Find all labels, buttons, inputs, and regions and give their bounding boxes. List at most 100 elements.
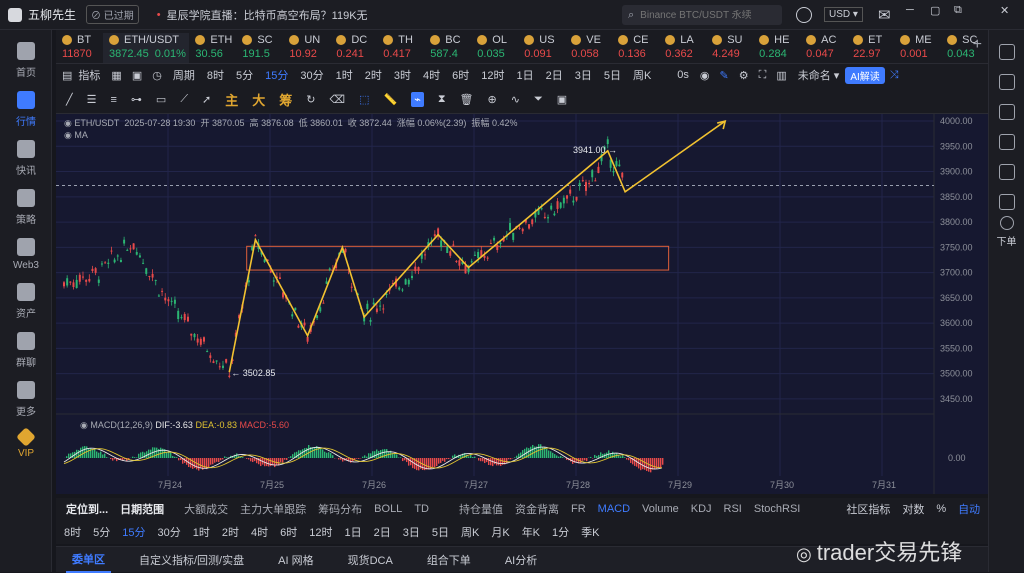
close-icon[interactable]: ✕ <box>1000 4 1009 17</box>
search-box[interactable]: ⌕ <box>622 5 782 25</box>
bottom-tab[interactable]: 现货DCA <box>342 548 399 572</box>
indicator-tab[interactable]: Volume <box>636 503 685 515</box>
ai-button[interactable]: AI解读 <box>845 67 884 84</box>
chip-label[interactable]: 筹 <box>279 90 292 109</box>
sidebar-item-0[interactable]: 首页 <box>0 42 52 79</box>
interval-button[interactable]: 30分 <box>152 524 187 540</box>
interval-button[interactable]: 5分 <box>230 67 259 83</box>
ruler-icon[interactable]: 📏 <box>383 93 397 106</box>
interval-button[interactable]: 3日 <box>397 524 426 540</box>
panel-icon[interactable] <box>999 44 1015 60</box>
indicator-tab[interactable]: 资金背离 <box>509 501 565 517</box>
date-range-button[interactable]: 日期范围 <box>114 501 170 517</box>
chart-svg[interactable]: 4000.003950.003900.003850.003800.003750.… <box>56 114 988 494</box>
interval-button[interactable]: 2日 <box>368 524 397 540</box>
channel-icon[interactable]: ≡ <box>111 94 117 106</box>
interval-button[interactable]: 1分 <box>546 524 575 540</box>
ticker-item[interactable]: AC0.047 <box>800 33 847 61</box>
interval-button[interactable]: 5分 <box>87 524 116 540</box>
user-avatar-icon[interactable] <box>796 7 812 23</box>
rect-icon[interactable]: ▭ <box>156 93 166 106</box>
indicator-tab[interactable]: BOLL <box>368 503 408 515</box>
interval-button[interactable]: 5日 <box>598 67 627 83</box>
main-label[interactable]: 主 <box>225 90 238 109</box>
period-button[interactable]: 周期 <box>167 67 201 83</box>
ma-label[interactable]: ◉ MA <box>64 130 88 141</box>
auto-toggle[interactable]: 自动 <box>952 501 986 517</box>
support-zone[interactable] <box>247 246 669 270</box>
price-chart[interactable]: 4000.003950.003900.003850.003800.003750.… <box>56 114 988 494</box>
select-icon[interactable]: ⬚ <box>359 93 369 106</box>
bottom-tab[interactable]: 组合下单 <box>421 548 477 572</box>
ticker-item[interactable]: ME0.001 <box>894 33 941 61</box>
trash-icon[interactable]: 🗑 <box>460 93 474 106</box>
interval-button[interactable]: 周K <box>455 524 485 540</box>
indicator-icon[interactable]: ▤ <box>62 69 72 82</box>
interval-button[interactable]: 8时 <box>58 524 87 540</box>
sidebar-item-7[interactable]: 更多 <box>0 381 52 418</box>
interval-button[interactable]: 12时 <box>303 524 338 540</box>
sidebar-item-4[interactable]: Web3 <box>0 238 52 271</box>
ticker-item[interactable]: BC587.4 <box>424 33 471 61</box>
ticker-item[interactable]: ETH/USDT3872.450.01% <box>103 33 189 63</box>
sidebar-item-5[interactable]: 资产 <box>0 283 52 320</box>
ticker-item[interactable]: VE0.058 <box>565 33 612 61</box>
ticker-item[interactable]: UN10.92 <box>283 33 330 61</box>
list-icon[interactable] <box>999 134 1015 150</box>
interval-button[interactable]: 3日 <box>569 67 598 83</box>
interval-button[interactable]: 1时 <box>187 524 216 540</box>
indicator-tab[interactable]: 大额成交 <box>178 501 234 517</box>
sidebar-item-2[interactable]: 快讯 <box>0 140 52 177</box>
interval-button[interactable]: 15分 <box>259 67 294 83</box>
order-button[interactable]: 下单 <box>989 216 1024 248</box>
candle-icon[interactable]: ⧗ <box>438 93 446 106</box>
share-icon[interactable]: ⤨ <box>885 69 904 82</box>
minimize-icon[interactable]: ─ <box>906 4 914 16</box>
bottom-tab[interactable]: AI 网格 <box>272 548 319 572</box>
interval-button[interactable]: 6时 <box>274 524 303 540</box>
indicator-tab[interactable]: FR <box>565 503 592 515</box>
interval-button[interactable]: 1日 <box>510 67 539 83</box>
indicator-tab[interactable]: RSI <box>718 503 748 515</box>
indicator-tab[interactable]: KDJ <box>685 503 718 515</box>
add-ticker-icon[interactable]: + <box>973 36 982 54</box>
trendline-icon[interactable]: ╱ <box>66 93 73 106</box>
indicator-tab[interactable]: 筹码分布 <box>312 501 368 517</box>
arrow-tool-icon[interactable]: ➚ <box>202 93 211 106</box>
ticker-item[interactable]: BT11870 <box>56 33 103 61</box>
mail-icon[interactable]: ✉ <box>878 6 891 24</box>
interval-button[interactable]: 5日 <box>426 524 455 540</box>
calendar-icon[interactable]: ▣ <box>127 69 147 82</box>
chart-icon[interactable] <box>999 104 1015 120</box>
ticker-item[interactable]: LA0.362 <box>659 33 706 61</box>
fullscreen-icon[interactable]: ⛶ <box>754 69 772 82</box>
interval-button[interactable]: 3时 <box>388 67 417 83</box>
indicator-tab[interactable]: 持仓量值 <box>453 501 509 517</box>
grid-icon[interactable]: ▦ <box>106 69 126 82</box>
pen-icon[interactable]: ✎ <box>715 69 734 82</box>
interval-button[interactable]: 15分 <box>116 524 151 540</box>
sidebar-item-6[interactable]: 群聊 <box>0 332 52 369</box>
expired-badge[interactable]: ⊘ 已过期 <box>86 5 139 24</box>
interval-button[interactable]: 4时 <box>245 524 274 540</box>
interval-button[interactable]: 2日 <box>540 67 569 83</box>
indicator-tab[interactable]: 主力大单跟踪 <box>234 501 312 517</box>
indicator-tab[interactable]: StochRSI <box>748 503 806 515</box>
delete-icon[interactable]: ▣ <box>557 93 567 106</box>
orderbook-icon[interactable] <box>999 74 1015 90</box>
layout-select[interactable]: 未命名 ▾ <box>792 67 846 83</box>
brush-icon[interactable]: ⟋ <box>180 93 188 106</box>
community-button[interactable]: 社区指标 <box>840 501 896 517</box>
magnet-icon[interactable]: ⌁ <box>411 92 424 107</box>
indicator-tab[interactable]: TD <box>408 503 435 515</box>
maximize-icon[interactable]: ▢ <box>930 4 940 17</box>
eye-icon[interactable]: ◉ <box>64 118 74 128</box>
bottom-tab[interactable]: 委单区 <box>66 547 111 573</box>
ticker-item[interactable]: DC0.241 <box>330 33 377 61</box>
ticker-item[interactable]: ETH30.56 <box>189 33 236 61</box>
indicator-tab[interactable]: MACD <box>592 503 636 515</box>
settings-icon[interactable]: ⚙ <box>734 69 754 82</box>
sidebar-item-8[interactable]: VIP <box>0 430 52 459</box>
news-headline[interactable]: 星辰学院直播：比特币高空布局？119K无... <box>167 7 367 23</box>
eraser-icon[interactable]: ⌫ <box>330 93 346 106</box>
